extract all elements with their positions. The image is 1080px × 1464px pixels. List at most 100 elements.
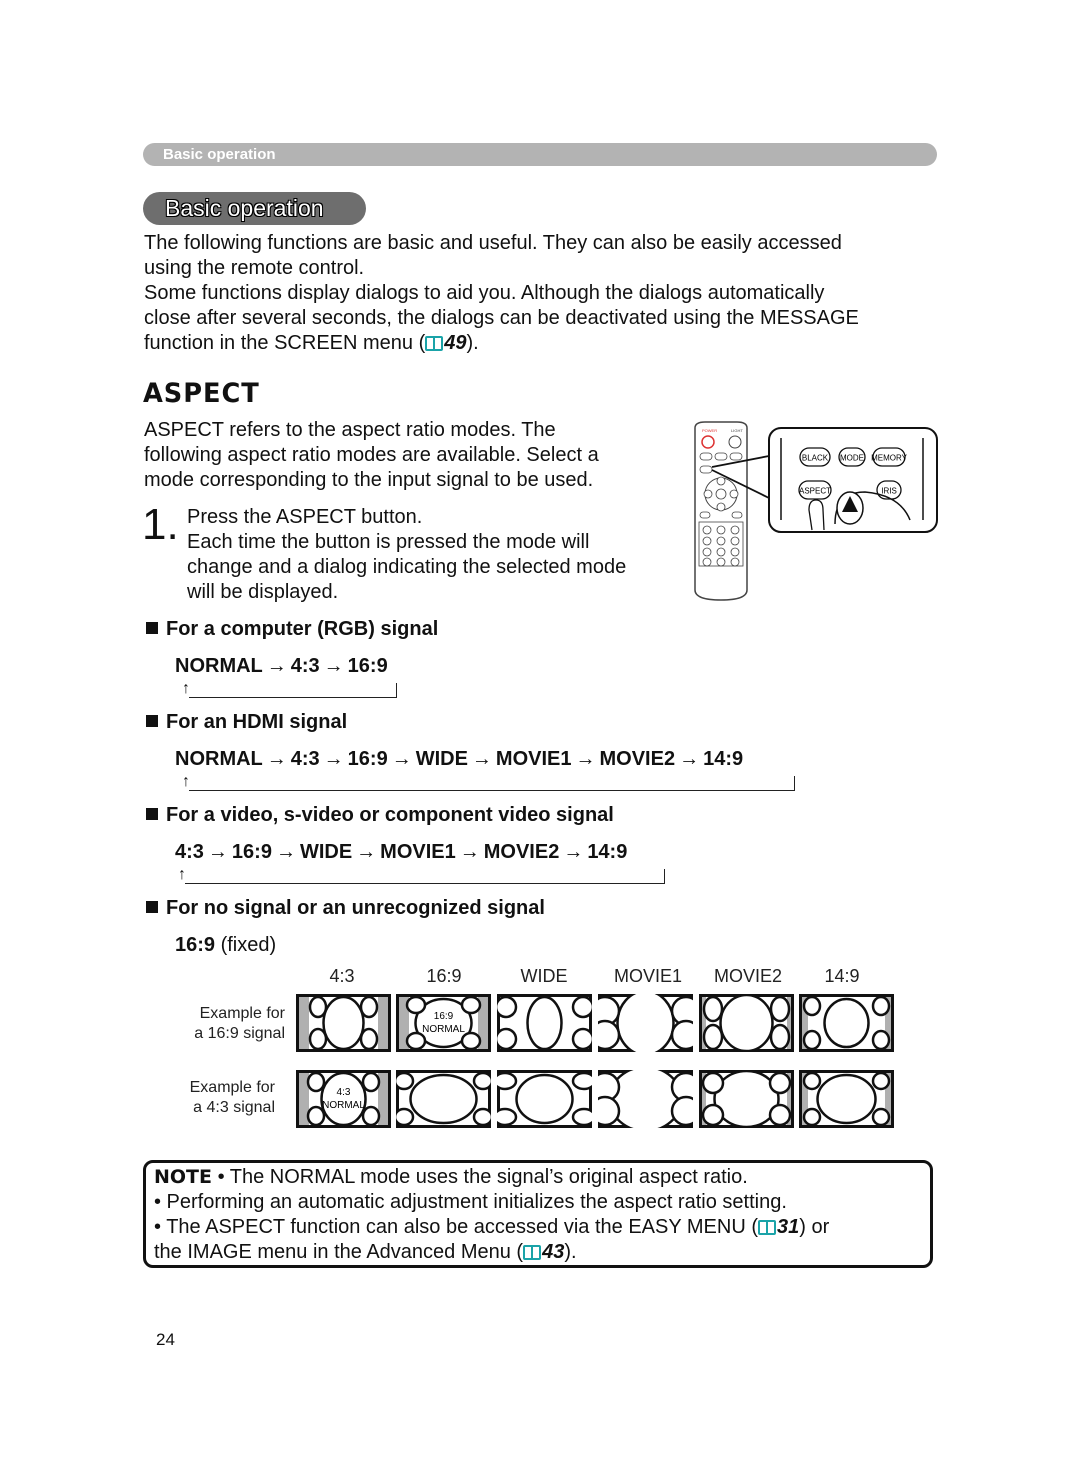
- book-reference-icon: [523, 1245, 542, 1260]
- note-line-text: • The ASPECT function can also be access…: [154, 1216, 758, 1238]
- signal-heading-video: For a video, s-video or component video …: [146, 804, 614, 827]
- bullet-square-icon: [146, 715, 158, 727]
- row-label-line: a 4:3 signal: [193, 1099, 275, 1116]
- sequence-video: 4:3 → 16:9 → WIDE → MOVIE1 → MOVIE2 → 14:9: [175, 841, 627, 864]
- aspect-description: ASPECT refers to the aspect ratio modes.…: [144, 418, 664, 493]
- row-label-line: a 16:9 signal: [194, 1025, 285, 1042]
- row-label-16-9: Example for a 16:9 signal: [175, 1004, 285, 1044]
- row-label-line: Example for: [199, 1005, 285, 1022]
- power-label: POWER: [702, 428, 717, 433]
- note-line: • The ASPECT function can also be access…: [154, 1215, 934, 1240]
- page-reference-link[interactable]: 43: [542, 1241, 564, 1263]
- sequence-arrow-icon: →: [323, 655, 344, 677]
- intro-line: The following functions are basic and us…: [144, 232, 842, 254]
- remote-aspect-button: [699, 465, 713, 474]
- column-label: 4:3: [329, 966, 355, 986]
- aspect-example-frame: [799, 994, 894, 1052]
- sequence-arrow-icon: →: [266, 748, 287, 770]
- remote-control-illustration: POWER LIGHT BLACK MODE MEMORY ASPECT IRIS: [694, 421, 938, 601]
- normal-mode-label: NORMAL: [422, 1024, 465, 1035]
- sequence-mode: WIDE: [415, 748, 468, 770]
- note-text: NOTE • The NORMAL mode uses the signal’s…: [154, 1165, 934, 1265]
- intro-line: Some functions display dialogs to aid yo…: [144, 282, 825, 304]
- row-label-4-3: Example for a 4:3 signal: [165, 1078, 275, 1118]
- loop-line: [185, 869, 665, 884]
- sequence-mode: 4:3: [290, 655, 320, 677]
- normal-mode-ratio: 16:9: [434, 1011, 454, 1022]
- loop-line: [189, 683, 397, 698]
- book-reference-icon: [425, 336, 444, 351]
- sequence-mode: MOVIE2: [483, 841, 560, 863]
- aspect-example-frame: [598, 1070, 693, 1128]
- sequence-mode: 4:3: [175, 841, 204, 863]
- aspect-heading: ASPECT: [143, 378, 260, 409]
- column-label: MOVIE1: [613, 966, 683, 986]
- sequence-mode: MOVIE2: [599, 748, 676, 770]
- sequence-mode: 14:9: [587, 841, 628, 863]
- callout-box: BLACK MODE MEMORY ASPECT IRIS: [768, 427, 938, 533]
- running-header: Basic operation: [143, 143, 937, 166]
- sequence-arrow-icon: →: [471, 748, 492, 770]
- callout-button-label: IRIS: [881, 487, 897, 496]
- running-header-title: Basic operation: [163, 146, 276, 163]
- normal-mode-ratio: 4:3: [337, 1087, 351, 1098]
- aspect-example-frame: [497, 994, 592, 1052]
- aspect-example-frame: [296, 994, 391, 1052]
- column-label: WIDE: [520, 966, 568, 986]
- sequence-mode: 4:3: [290, 748, 320, 770]
- sequence-arrow-icon: →: [679, 748, 700, 770]
- aspect-example-frame: [799, 1070, 894, 1128]
- sequence-arrow-icon: →: [323, 748, 344, 770]
- sequence-arrow-icon: →: [266, 655, 287, 677]
- callout-button-label: MODE: [840, 454, 864, 463]
- page-number: 24: [156, 1330, 175, 1349]
- sequence-mode: 16:9: [347, 748, 388, 770]
- aspect-example-frame: [699, 1070, 794, 1128]
- aspect-example-frame: [699, 994, 794, 1052]
- intro-text: function in the SCREEN menu (: [144, 332, 426, 354]
- note-line-text: ).: [564, 1241, 577, 1263]
- intro-line: function in the SCREEN menu (49).: [144, 331, 944, 356]
- note-line: • Performing an automatic adjustment ini…: [154, 1191, 787, 1213]
- sequence-mode: WIDE: [299, 841, 353, 863]
- column-label: 14:9: [824, 966, 860, 986]
- column-label: 16:9: [426, 966, 462, 986]
- sequence-hdmi: NORMAL → 4:3 → 16:9 → WIDE → MOVIE1 → MOVIE2 → 14:9: [175, 748, 743, 771]
- intro-line: using the remote control.: [144, 257, 365, 279]
- note-line-text: the IMAGE menu in the Advanced Menu (: [154, 1241, 524, 1263]
- note-label: NOTE: [154, 1166, 212, 1188]
- callout-button-label: BLACK: [802, 454, 829, 463]
- signal-heading-nosignal: For no signal or an unrecognized signal: [146, 897, 545, 920]
- aspect-example-frame: 4:3 NORMAL: [296, 1070, 391, 1128]
- row-label-line: Example for: [189, 1079, 275, 1096]
- sequence-arrow-icon: →: [575, 748, 596, 770]
- sequence-mode: MOVIE1: [495, 748, 572, 770]
- page-reference-link[interactable]: 49: [444, 332, 466, 354]
- signal-heading-hdmi: For an HDMI signal: [146, 711, 347, 734]
- sequence-mode: 14:9: [703, 748, 744, 770]
- fixed-mode-suffix: (fixed): [220, 934, 277, 956]
- desc-line: ASPECT refers to the aspect ratio modes.…: [144, 419, 556, 441]
- remote-body: POWER LIGHT: [694, 421, 748, 601]
- page-reference-link[interactable]: 31: [777, 1216, 799, 1238]
- sequence-arrow-icon: →: [459, 841, 480, 863]
- sequence-mode: 16:9: [347, 655, 388, 677]
- intro-paragraph: The following functions are basic and us…: [144, 231, 944, 356]
- sequence-arrow-icon: →: [207, 841, 228, 863]
- step-line: Press the ASPECT button.: [187, 506, 423, 528]
- sequence-mode: 16:9: [231, 841, 272, 863]
- bullet-square-icon: [146, 622, 158, 634]
- sequence-arrow-icon: →: [391, 748, 412, 770]
- signal-heading-text: For a computer (RGB) signal: [166, 618, 439, 640]
- power-icon: [701, 435, 715, 449]
- aspect-example-frame: [497, 1070, 592, 1128]
- desc-line: mode corresponding to the input signal t…: [144, 469, 594, 491]
- sequence-arrow-icon: →: [275, 841, 296, 863]
- step-line: change and a dialog indicating the selec…: [187, 556, 627, 578]
- light-icon: [728, 435, 742, 449]
- fixed-mode-value: 16:9: [175, 934, 216, 956]
- sequence-nosignal: 16:9 (fixed): [175, 934, 276, 957]
- loop-line: [189, 776, 795, 791]
- normal-mode-label: NORMAL: [322, 1100, 365, 1111]
- aspect-example-frame: 16:9 NORMAL: [396, 994, 491, 1052]
